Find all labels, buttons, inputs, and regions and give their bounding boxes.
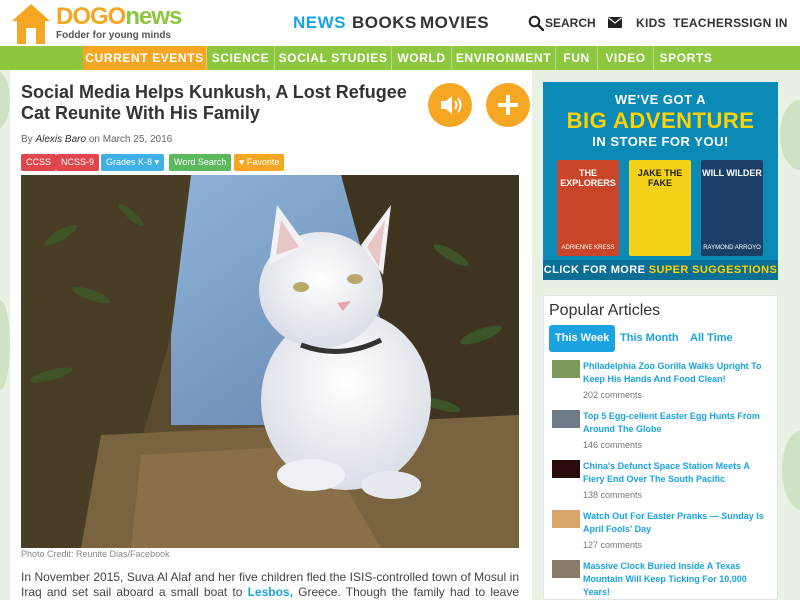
lesbos-link[interactable]: Lesbos, — [248, 585, 293, 599]
book-cover: THE EXPLORERS ADRIENNE KRESS — [557, 160, 619, 256]
popular-article-title[interactable]: Philadelphia Zoo Gorilla Walks Upright T… — [583, 360, 773, 386]
decor-dot — [780, 100, 800, 170]
category-sports[interactable]: SPORTS — [654, 46, 718, 70]
popular-articles-panel: Popular Articles This Week This Month Al… — [543, 295, 778, 600]
add-button[interactable] — [486, 83, 530, 127]
tag-grades-dropdown[interactable]: Grades K-8 ▾ — [101, 154, 165, 171]
tag-ccss[interactable]: CCSS — [21, 154, 57, 171]
comment-count: 146 comments — [583, 440, 643, 450]
article-panel: Social Media Helps Kunkush, A Lost Refug… — [10, 70, 532, 600]
tab-this-week[interactable]: This Week — [549, 325, 616, 352]
category-world[interactable]: WORLD — [392, 46, 452, 70]
logo-wordmark: DOGOnews — [56, 3, 182, 30]
decor-dot — [0, 300, 10, 390]
tag-ncss[interactable]: NCSS-9 — [56, 154, 100, 171]
popular-article-title[interactable]: Top 5 Egg-cellent Easter Egg Hunts From … — [583, 410, 773, 436]
comment-count: 138 comments — [583, 490, 643, 500]
ad-headline-1: WE'VE GOT A — [614, 92, 707, 107]
category-current-events[interactable]: CURRENT EVENTS — [83, 46, 207, 70]
article-thumbnail — [552, 560, 580, 578]
category-social-studies[interactable]: SOCIAL STUDIES — [275, 46, 392, 70]
favorite-button[interactable]: ♥ Favorite — [234, 154, 285, 171]
book-cover: WILL WILDER RAYMOND ARROYO — [701, 160, 763, 256]
plus-icon — [498, 95, 518, 115]
publish-date: on March 25, 2016 — [88, 134, 173, 145]
nav-kids[interactable]: KIDS — [636, 16, 666, 30]
house-icon — [12, 4, 50, 44]
nav-movies[interactable]: MOVIES — [420, 13, 489, 33]
site-logo[interactable]: DOGOnews Fodder for young minds — [12, 4, 212, 44]
popular-article-title[interactable]: Watch Out For Easter Pranks — Sunday Is … — [583, 510, 773, 536]
photo-credit: Photo Credit: Reunite Dias/Facebook — [21, 549, 170, 559]
speaker-icon — [441, 96, 462, 114]
popular-article-title[interactable]: China's Defunct Space Station Meets A Fi… — [583, 460, 773, 486]
byline: By Alexis Baro on March 25, 2016 — [21, 134, 173, 145]
category-science[interactable]: SCIENCE — [207, 46, 275, 70]
tag-word-search[interactable]: Word Search — [169, 154, 232, 171]
article-paragraph: In November 2015, Suva Al Alaf and her f… — [21, 570, 519, 599]
search-label: SEARCH — [545, 16, 596, 30]
audio-button[interactable] — [428, 83, 472, 127]
category-bar: CURRENT EVENTS SCIENCE SOCIAL STUDIES WO… — [0, 46, 800, 70]
decor-dot — [0, 70, 10, 130]
tab-this-month[interactable]: This Month — [614, 325, 685, 352]
popular-heading: Popular Articles — [549, 302, 661, 319]
comment-count: 127 comments — [583, 540, 643, 550]
cat-photo-illustration — [21, 175, 519, 548]
logo-tagline: Fodder for young minds — [56, 30, 171, 41]
decor-dot — [782, 430, 800, 510]
comment-count: 202 comments — [583, 390, 643, 400]
nav-teachers[interactable]: TEACHERS — [673, 16, 741, 30]
article-thumbnail — [552, 510, 580, 528]
envelope-icon[interactable] — [608, 17, 622, 28]
article-thumbnail — [552, 460, 580, 478]
ad-headline-3: IN STORE FOR YOU! — [592, 134, 729, 149]
nav-news[interactable]: NEWS — [293, 13, 346, 33]
article-thumbnail — [552, 410, 580, 428]
article-title: Social Media Helps Kunkush, A Lost Refug… — [21, 82, 407, 123]
popular-article-title[interactable]: Massive Clock Buried Inside A Texas Moun… — [583, 560, 773, 599]
category-fun[interactable]: FUN — [556, 46, 598, 70]
category-environment[interactable]: ENVIRONMENT — [452, 46, 556, 70]
book-advertisement[interactable]: WE'VE GOT A BIG ADVENTURE IN STORE FOR Y… — [543, 82, 778, 280]
nav-books[interactable]: BOOKS — [352, 13, 417, 33]
tab-all-time[interactable]: All Time — [684, 325, 739, 352]
nav-sign-in[interactable]: SIGN IN — [741, 16, 788, 30]
book-cover: JAKE THE FAKE — [629, 160, 691, 256]
ad-headline-2: BIG ADVENTURE — [566, 108, 755, 133]
article-photo — [21, 175, 519, 548]
article-thumbnail — [552, 360, 580, 378]
site-header: DOGOnews Fodder for young minds NEWS BOO… — [0, 0, 800, 46]
search-icon — [528, 15, 544, 31]
author-link[interactable]: Alexis Baro — [35, 134, 86, 145]
ad-footer: CLICK FOR MORE SUPER SUGGESTIONS — [543, 260, 778, 280]
category-video[interactable]: VIDEO — [598, 46, 654, 70]
